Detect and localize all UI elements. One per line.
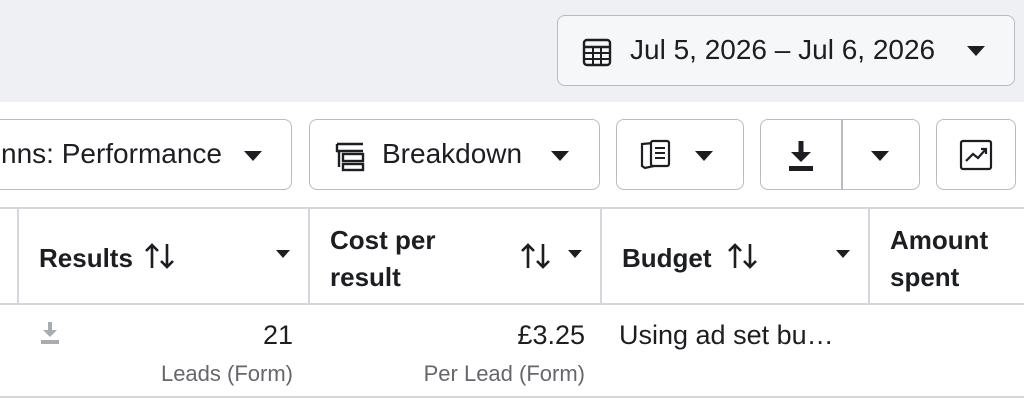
results-value: 21 [262, 320, 293, 350]
chart-button[interactable] [936, 119, 1016, 190]
columns-button[interactable]: nns: Performance [0, 119, 292, 190]
download-icon[interactable] [38, 320, 62, 351]
cost-per-result-sub-label: Per Lead (Form) [423, 361, 585, 386]
sort-icon[interactable] [143, 241, 177, 276]
column-divider [868, 208, 870, 304]
sort-icon[interactable] [726, 241, 760, 276]
reports-button[interactable] [616, 119, 744, 190]
breakdown-label: Breakdown [382, 138, 523, 169]
chevron-down-icon[interactable] [836, 250, 850, 258]
chevron-down-icon [551, 151, 569, 161]
breakdown-button[interactable]: Breakdown [309, 119, 600, 190]
download-icon[interactable] [783, 138, 819, 179]
table-row-bottom-border [0, 396, 1024, 398]
chart-icon [959, 139, 993, 176]
chevron-down-icon [967, 46, 985, 56]
column-header-label: Results [39, 243, 133, 273]
chevron-down-icon[interactable] [871, 151, 889, 161]
reports-icon [639, 138, 673, 177]
table-header-top-border [0, 207, 1024, 209]
split-divider [841, 120, 843, 189]
chevron-down-icon[interactable] [276, 250, 290, 258]
breakdown-icon [334, 140, 366, 177]
top-bar: Jul 5, 2026 – Jul 6, 2026 [0, 0, 1024, 102]
column-divider [308, 208, 310, 304]
budget-value: Using ad set bu… [619, 320, 834, 350]
column-header-label: Budget [622, 243, 712, 273]
table-header-bottom-border [0, 303, 1024, 305]
chevron-down-icon [695, 151, 713, 161]
export-button[interactable] [760, 119, 920, 190]
column-header-label: Amount [890, 225, 989, 255]
chevron-down-icon[interactable] [568, 250, 582, 258]
date-range-label: Jul 5, 2026 – Jul 6, 2026 [630, 34, 936, 65]
calendar-icon [582, 37, 612, 72]
cost-per-result-value: £3.25 [517, 320, 585, 350]
chevron-down-icon [244, 151, 262, 161]
column-divider [600, 208, 602, 304]
column-header-label: spent [890, 262, 960, 292]
sort-icon[interactable] [519, 241, 553, 276]
column-header-label: result [330, 262, 401, 292]
results-sub-label: Leads (Form) [160, 361, 293, 386]
date-range-picker[interactable]: Jul 5, 2026 – Jul 6, 2026 [557, 15, 1015, 86]
column-divider [17, 208, 19, 304]
column-header-label: Cost per [330, 225, 436, 255]
columns-label: nns: Performance [1, 138, 222, 169]
